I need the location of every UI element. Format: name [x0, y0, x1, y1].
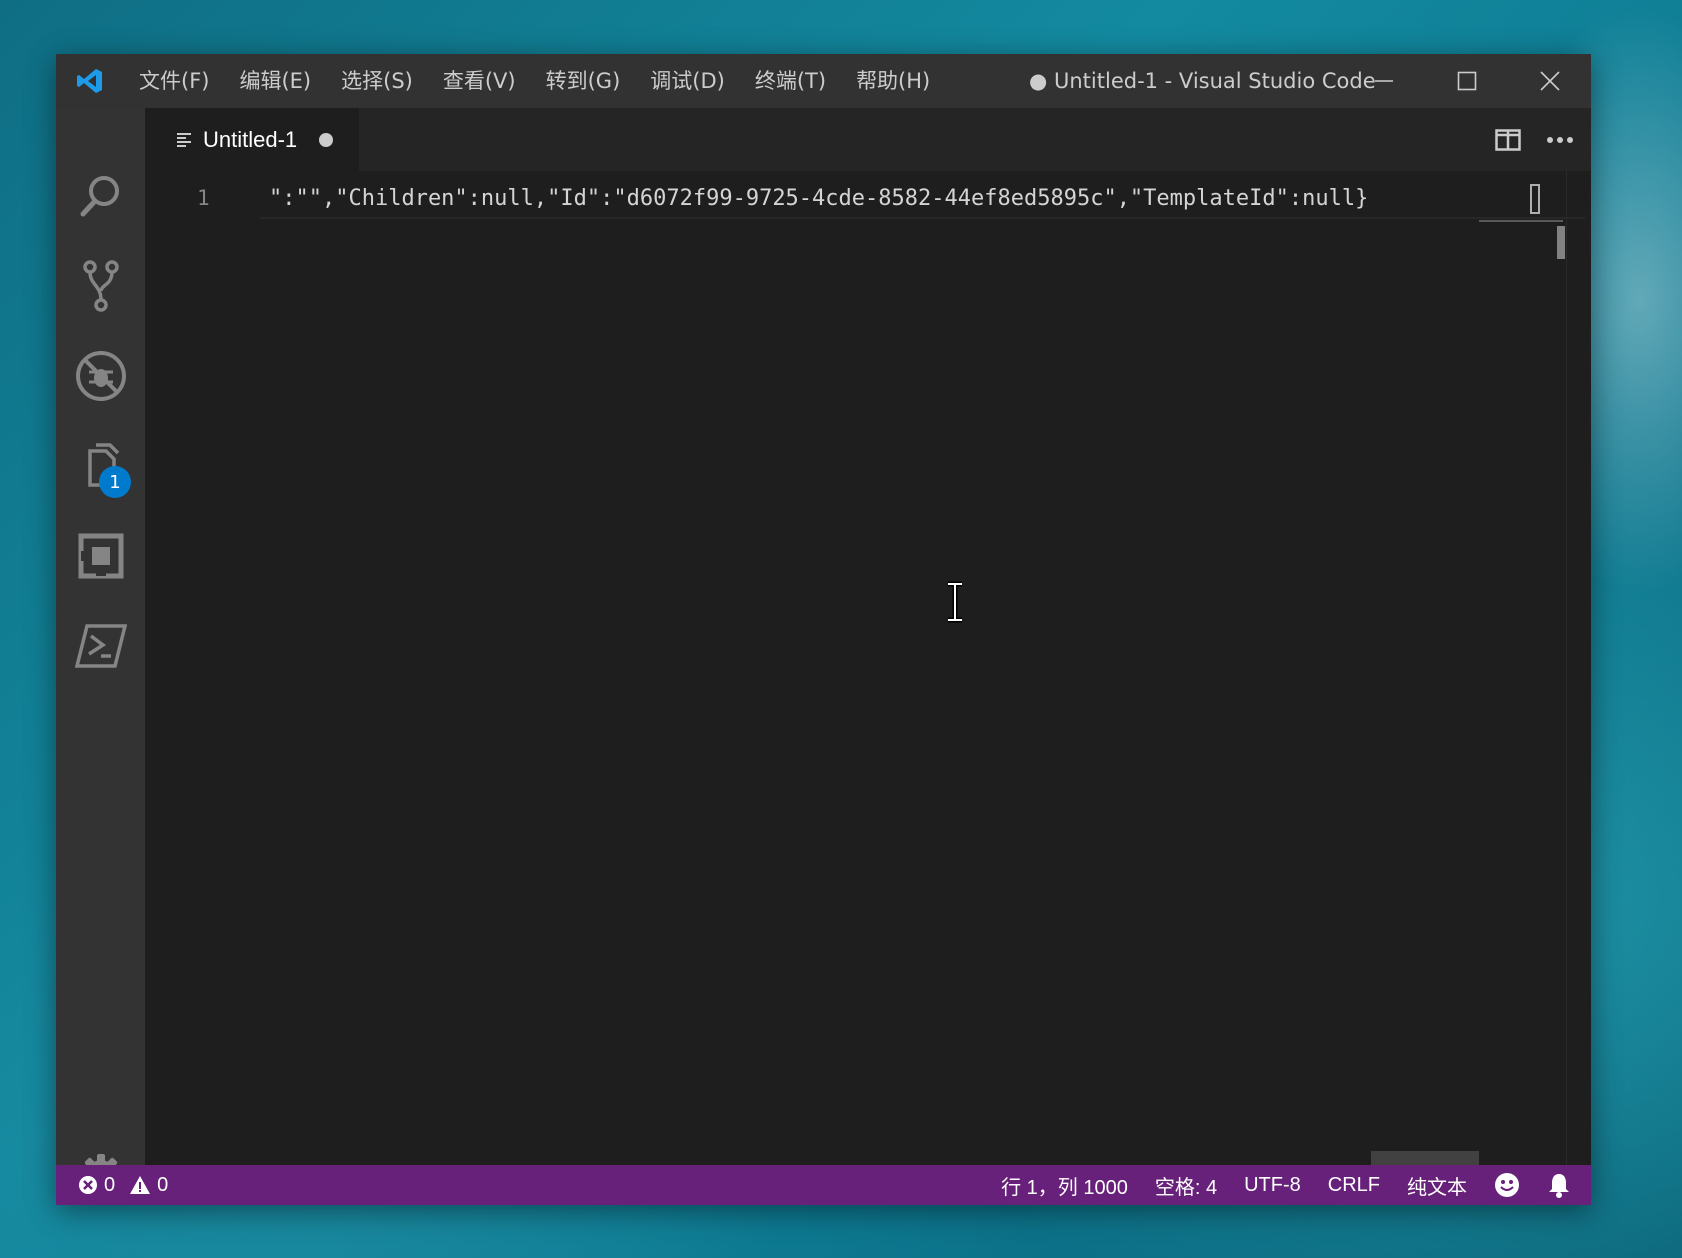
menu-edit[interactable]: 编辑(E) — [224, 54, 326, 108]
maximize-icon — [1457, 71, 1476, 91]
explorer-icon[interactable]: 1 — [56, 426, 145, 506]
menu-file[interactable]: 文件(F) — [124, 54, 224, 108]
menu-bar: 文件(F) 编辑(E) 选择(S) 查看(V) 转到(G) 调试(D) 终端(T… — [124, 54, 945, 108]
menu-selection[interactable]: 选择(S) — [326, 54, 428, 108]
error-icon — [79, 1176, 97, 1194]
menu-go[interactable]: 转到(G) — [531, 54, 636, 108]
explorer-badge: 1 — [99, 466, 131, 498]
close-button[interactable] — [1508, 54, 1591, 108]
terminal-icon[interactable] — [56, 606, 145, 686]
window-title: ● Untitled-1 - Visual Studio Code — [1029, 69, 1376, 93]
code-text: ":"","Children":null,"Id":"d6072f99-9725… — [269, 186, 1369, 211]
horizontal-scrollbar-thumb[interactable] — [1371, 1151, 1479, 1165]
tab-bar: Untitled-1 — [145, 108, 1591, 171]
menu-debug[interactable]: 调试(D) — [635, 54, 740, 108]
indentation[interactable]: 空格: 4 — [1155, 1171, 1217, 1200]
debug-icon[interactable] — [56, 336, 145, 416]
end-of-line[interactable]: CRLF — [1328, 1174, 1380, 1197]
code-line[interactable]: ":"","Children":null,"Id":"d6072f99-9725… — [269, 186, 1531, 216]
vscode-logo-icon — [56, 54, 124, 108]
vertical-scrollbar-thumb[interactable] — [1557, 226, 1565, 259]
tab-label: Untitled-1 — [203, 126, 298, 152]
title-bar: 文件(F) 编辑(E) 选择(S) 查看(V) 转到(G) 调试(D) 终端(T… — [56, 54, 1591, 108]
source-control-icon[interactable] — [56, 246, 145, 326]
notifications-bell-icon[interactable] — [1547, 1172, 1571, 1198]
plain-text-file-icon — [177, 132, 191, 147]
minimize-button[interactable] — [1342, 54, 1425, 108]
vscode-window: 文件(F) 编辑(E) 选择(S) 查看(V) 转到(G) 调试(D) 终端(T… — [56, 54, 1591, 1205]
vertical-scrollbar-track[interactable] — [1566, 171, 1567, 1165]
problems-indicator[interactable]: 0 0 — [78, 1174, 168, 1197]
warning-icon — [130, 1176, 151, 1194]
maximize-button[interactable] — [1425, 54, 1508, 108]
more-actions-icon[interactable] — [1547, 136, 1573, 144]
encoding[interactable]: UTF-8 — [1244, 1174, 1301, 1197]
split-editor-icon[interactable] — [1495, 128, 1521, 151]
language-mode[interactable]: 纯文本 — [1407, 1171, 1467, 1200]
activity-bar: 1 — [56, 108, 145, 1194]
menu-view[interactable]: 查看(V) — [428, 54, 531, 108]
minimize-icon — [1374, 80, 1393, 82]
status-bar: 0 0 行 1，列 1000 空格: 4 UTF-8 CRLF 纯文本 — [56, 1165, 1591, 1205]
menu-terminal[interactable]: 终端(T) — [740, 54, 841, 108]
close-icon — [1539, 71, 1560, 91]
warning-count: 0 — [157, 1173, 169, 1196]
feedback-smiley-icon[interactable] — [1494, 1172, 1520, 1198]
mouse-ibeam-cursor-icon — [948, 581, 962, 623]
editor-area[interactable]: 1 ":"","Children":null,"Id":"d6072f99-97… — [145, 171, 1591, 1165]
window-controls — [1342, 54, 1591, 108]
unsaved-dot-icon[interactable] — [319, 132, 334, 147]
extensions-icon[interactable] — [56, 516, 145, 596]
error-count: 0 — [104, 1173, 116, 1196]
menu-help[interactable]: 帮助(H) — [841, 54, 945, 108]
status-bar-right: 行 1，列 1000 空格: 4 UTF-8 CRLF 纯文本 — [1001, 1165, 1571, 1205]
search-icon[interactable] — [56, 156, 145, 236]
minimap-line — [1479, 220, 1563, 222]
cursor-position[interactable]: 行 1，列 1000 — [1001, 1171, 1128, 1200]
editor-actions — [1495, 108, 1573, 171]
text-caret — [1530, 184, 1540, 214]
line-number: 1 — [197, 186, 210, 210]
tab-untitled-1[interactable]: Untitled-1 — [145, 108, 359, 171]
